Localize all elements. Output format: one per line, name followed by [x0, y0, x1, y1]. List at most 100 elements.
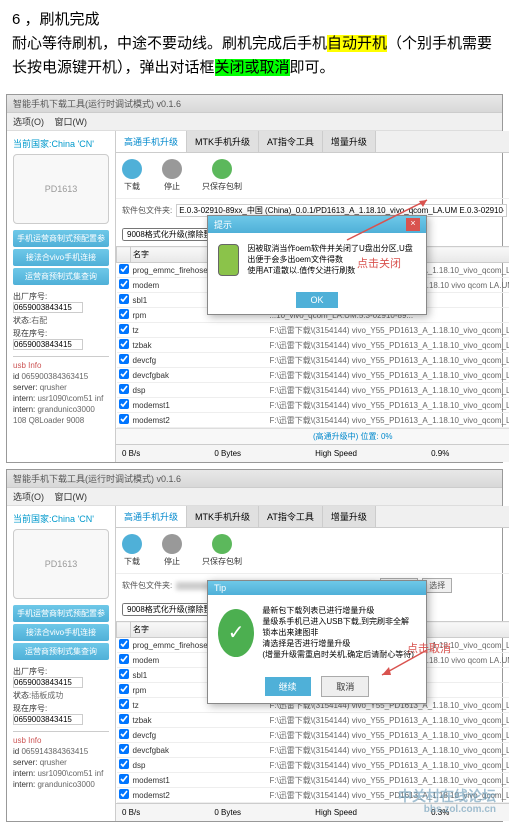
tool-download[interactable]: 下载	[122, 534, 142, 567]
row-checkbox[interactable]	[119, 669, 129, 679]
usb-info-title: usb Info	[13, 361, 109, 370]
tool-dlonly[interactable]: 只保存包制	[202, 534, 242, 567]
left-panel: 当前国家:China 'CN' PD1613 手机运营商制式预配置参 接法合vi…	[7, 131, 116, 462]
table-row[interactable]: dspF:\迅雷下载\(3154144) vivo_Y55_PD1613_A_1…	[117, 758, 509, 773]
checkmark-icon: ✓	[218, 609, 254, 657]
toolbar: 下载 停止 只保存包制	[116, 528, 509, 574]
partition-name: dsp	[131, 383, 268, 398]
row-checkbox[interactable]	[119, 384, 129, 394]
table-row[interactable]: devcfgF:\迅雷下载\(3154144) vivo_Y55_PD1613_…	[117, 728, 509, 743]
row-checkbox[interactable]	[119, 294, 129, 304]
btn-carrier-preset[interactable]: 手机运营商制式预配置参	[13, 230, 109, 247]
btn-carrier-query[interactable]: 运营商预制式集查询	[13, 643, 109, 660]
tool-dlonly[interactable]: 只保存包制	[202, 159, 242, 192]
table-row[interactable]: dspF:\迅雷下载\(3154144) vivo_Y55_PD1613_A_1…	[117, 383, 509, 398]
table-row[interactable]: tzF:\迅雷下载\(3154144) vivo_Y55_PD1613_A_1.…	[117, 323, 509, 338]
ok-button[interactable]: OK	[296, 292, 337, 308]
row-checkbox[interactable]	[119, 399, 129, 409]
partition-location: F:\迅雷下载\(3154144) vivo_Y55_PD1613_A_1.18…	[267, 743, 509, 758]
partition-location: F:\迅雷下载\(3154144) vivo_Y55_PD1613_A_1.18…	[267, 413, 509, 428]
row-checkbox[interactable]	[119, 684, 129, 694]
row-checkbox[interactable]	[119, 354, 129, 364]
btn-connect-vivo[interactable]: 接法合vivo手机连接	[13, 249, 109, 266]
pkg-label: 软件包文件夹:	[122, 580, 172, 591]
partition-location: F:\迅雷下载\(3154144) vivo_Y55_PD1613_A_1.18…	[267, 323, 509, 338]
partition-location: F:\迅雷下载\(3154144) vivo_Y55_PD1613_A_1.18…	[267, 713, 509, 728]
row-checkbox[interactable]	[119, 744, 129, 754]
menu-window[interactable]: 窗口(W)	[55, 117, 88, 127]
tab-at[interactable]: AT指令工具	[259, 131, 323, 152]
row-checkbox[interactable]	[119, 699, 129, 709]
highlight-close-cancel: 关闭或取消	[215, 59, 290, 76]
btn-carrier-query[interactable]: 运营商预制式集查询	[13, 268, 109, 285]
cancel-button[interactable]: 取消	[321, 676, 369, 697]
table-row[interactable]: modemst1F:\迅雷下载\(3154144) vivo_Y55_PD161…	[117, 773, 509, 788]
row-checkbox[interactable]	[119, 279, 129, 289]
table-row[interactable]: tzbakF:\迅雷下载\(3154144) vivo_Y55_PD1613_A…	[117, 713, 509, 728]
tab-incremental[interactable]: 增量升级	[323, 131, 376, 152]
table-row[interactable]: devcfgbakF:\迅雷下载\(3154144) vivo_Y55_PD16…	[117, 368, 509, 383]
tab-qualcomm[interactable]: 高通手机升级	[116, 506, 187, 527]
tab-at[interactable]: AT指令工具	[259, 506, 323, 527]
row-checkbox[interactable]	[119, 639, 129, 649]
table-row[interactable]: modemst1F:\迅雷下载\(3154144) vivo_Y55_PD161…	[117, 398, 509, 413]
partition-location: F:\迅雷下载\(3154144) vivo_Y55_PD1613_A_1.18…	[267, 353, 509, 368]
btn-connect-vivo[interactable]: 接法合vivo手机连接	[13, 624, 109, 641]
tab-qualcomm[interactable]: 高通手机升级	[116, 131, 187, 152]
row-checkbox[interactable]	[119, 774, 129, 784]
battery-icon	[218, 244, 239, 276]
continue-button[interactable]: 继续	[265, 677, 311, 696]
partition-location: F:\迅雷下载\(3154144) vivo_Y55_PD1613_A_1.18…	[267, 368, 509, 383]
row-checkbox[interactable]	[119, 759, 129, 769]
menu-options[interactable]: 选项(O)	[13, 117, 44, 127]
partition-name: tz	[131, 323, 268, 338]
usb-info-title: usb Info	[13, 736, 109, 745]
current-sn-input[interactable]	[13, 339, 83, 350]
app-window-2: 智能手机下载工具(运行时调试模式) v0.1.6 选项(O) 窗口(W) 当前国…	[6, 469, 503, 822]
status-value: 插板成功	[31, 691, 63, 700]
menu-options[interactable]: 选项(O)	[13, 492, 44, 502]
titlebar: 智能手机下载工具(运行时调试模式) v0.1.6	[7, 95, 502, 113]
tab-mtk[interactable]: MTK手机升级	[187, 131, 259, 152]
row-checkbox[interactable]	[119, 309, 129, 319]
row-checkbox[interactable]	[119, 369, 129, 379]
partition-location: F:\迅雷下载\(3154144) vivo_Y55_PD1613_A_1.18…	[267, 758, 509, 773]
download-icon	[122, 159, 142, 179]
btn-carrier-preset[interactable]: 手机运营商制式预配置参	[13, 605, 109, 622]
partition-name: devcfgbak	[131, 743, 268, 758]
partition-name: modemst1	[131, 398, 268, 413]
dialog-title: 提示	[214, 218, 232, 231]
table-row[interactable]: devcfgbakF:\迅雷下载\(3154144) vivo_Y55_PD16…	[117, 743, 509, 758]
status-bar: 0 B/s 0 Bytes High Speed 0.9%	[116, 444, 509, 462]
titlebar: 智能手机下载工具(运行时调试模式) v0.1.6	[7, 470, 502, 488]
country-label: 当前国家:China 'CN'	[13, 512, 109, 525]
status-value: 右配	[31, 316, 47, 325]
row-checkbox[interactable]	[119, 324, 129, 334]
tool-download[interactable]: 下载	[122, 159, 142, 192]
row-checkbox[interactable]	[119, 789, 129, 799]
table-row[interactable]: tzbakF:\迅雷下载\(3154144) vivo_Y55_PD1613_A…	[117, 338, 509, 353]
partition-location: F:\迅雷下载\(3154144) vivo_Y55_PD1613_A_1.18…	[267, 728, 509, 743]
row-checkbox[interactable]	[119, 264, 129, 274]
tool-stop[interactable]: 停止	[162, 159, 182, 192]
close-icon[interactable]: ×	[406, 218, 420, 231]
save-only-icon	[212, 159, 232, 179]
table-row[interactable]: devcfgF:\迅雷下载\(3154144) vivo_Y55_PD1613_…	[117, 353, 509, 368]
factory-sn-input[interactable]	[13, 302, 83, 313]
tab-incremental[interactable]: 增量升级	[323, 506, 376, 527]
tabs: 高通手机升级 MTK手机升级 AT指令工具 增量升级	[116, 131, 509, 153]
row-checkbox[interactable]	[119, 414, 129, 424]
highlight-auto-boot: 自动开机	[327, 35, 387, 52]
tool-stop[interactable]: 停止	[162, 534, 182, 567]
partition-location: F:\迅雷下载\(3154144) vivo_Y55_PD1613_A_1.18…	[267, 773, 509, 788]
tab-mtk[interactable]: MTK手机升级	[187, 506, 259, 527]
table-row[interactable]: modemst2F:\迅雷下载\(3154144) vivo_Y55_PD161…	[117, 413, 509, 428]
menu-window[interactable]: 窗口(W)	[55, 492, 88, 502]
row-checkbox[interactable]	[119, 714, 129, 724]
row-checkbox[interactable]	[119, 654, 129, 664]
current-sn-input[interactable]	[13, 714, 83, 725]
row-checkbox[interactable]	[119, 339, 129, 349]
dialog-prompt: 提示× 因被取消当作oem软件并关闭了U盘出分区,U盘出便于会多出oem文件得数…	[207, 215, 427, 315]
factory-sn-input[interactable]	[13, 677, 83, 688]
row-checkbox[interactable]	[119, 729, 129, 739]
